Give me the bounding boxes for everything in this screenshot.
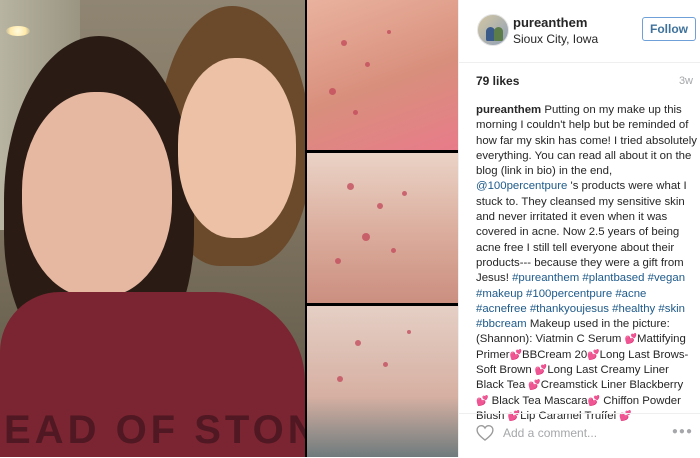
photo-lamp [6,26,30,36]
hashtag-link[interactable]: #pureanthem [512,272,579,284]
sweater-print-text: EAD OF STON [4,408,305,452]
hashtag-link[interactable]: #acnefree [476,303,527,315]
two-hearts-emoji: 💕 [534,365,548,377]
avatar[interactable] [477,14,509,46]
two-hearts-emoji: 💕 [624,334,638,346]
hashtag-link[interactable]: #plantbased [582,272,644,284]
post-image-collage[interactable]: EAD OF STON [0,0,458,457]
hashtag-link[interactable]: #healthy [612,303,655,315]
skin-photo-top [307,0,458,150]
hashtag-link[interactable]: #bbcream [476,318,527,330]
hashtag-link[interactable]: #thankyoujesus [530,303,609,315]
mention-link[interactable]: @100percentpure [476,180,567,192]
hashtag-link[interactable]: #skin [658,303,685,315]
instagram-post: EAD OF STON pureanthem Sioux City, Iowa … [0,0,700,457]
two-hearts-emoji: 💕 [509,349,522,361]
photo-face-right [178,58,296,238]
two-hearts-emoji: 💕 [476,395,489,407]
caption-author-link[interactable]: pureanthem [476,104,541,116]
caption-text: 's products were what I stuck to. They c… [476,180,687,285]
hashtag-link[interactable]: #vegan [648,272,685,284]
more-options-icon[interactable]: ●●● [672,426,693,437]
two-hearts-emoji: 💕 [528,380,541,392]
hashtag-link[interactable]: #makeup [476,288,523,300]
post-sidebar: pureanthem Sioux City, Iowa Follow 79 li… [458,0,700,457]
caption-text: BBCream 20 [522,348,588,361]
hashtag-link[interactable]: #100percentpure [526,288,612,300]
selfie-photo: EAD OF STON [0,0,305,457]
two-hearts-emoji: 💕 [587,395,601,407]
skin-photo-middle [307,153,458,303]
caption-text: Black Tea Mascara [488,394,588,407]
follow-button[interactable]: Follow [642,17,696,41]
caption-text: Creamstick Liner Blackberry [540,379,684,392]
comment-bar: ●●● [459,413,700,458]
hashtag-link[interactable]: #acne [615,288,646,300]
heart-outline-icon[interactable] [475,423,495,443]
post-caption: pureanthem Putting on my make up this mo… [476,103,698,424]
username-link[interactable]: pureanthem [513,15,587,30]
comment-input[interactable] [503,423,663,443]
location-link[interactable]: Sioux City, Iowa [513,32,598,46]
likes-count[interactable]: 79 likes [476,74,519,88]
post-time-ago[interactable]: 3w [679,75,693,87]
skin-photo-bottom [307,306,458,457]
photo-face-left [22,92,172,297]
two-hearts-emoji: 💕 [587,349,600,361]
post-header: pureanthem Sioux City, Iowa Follow [459,0,700,63]
